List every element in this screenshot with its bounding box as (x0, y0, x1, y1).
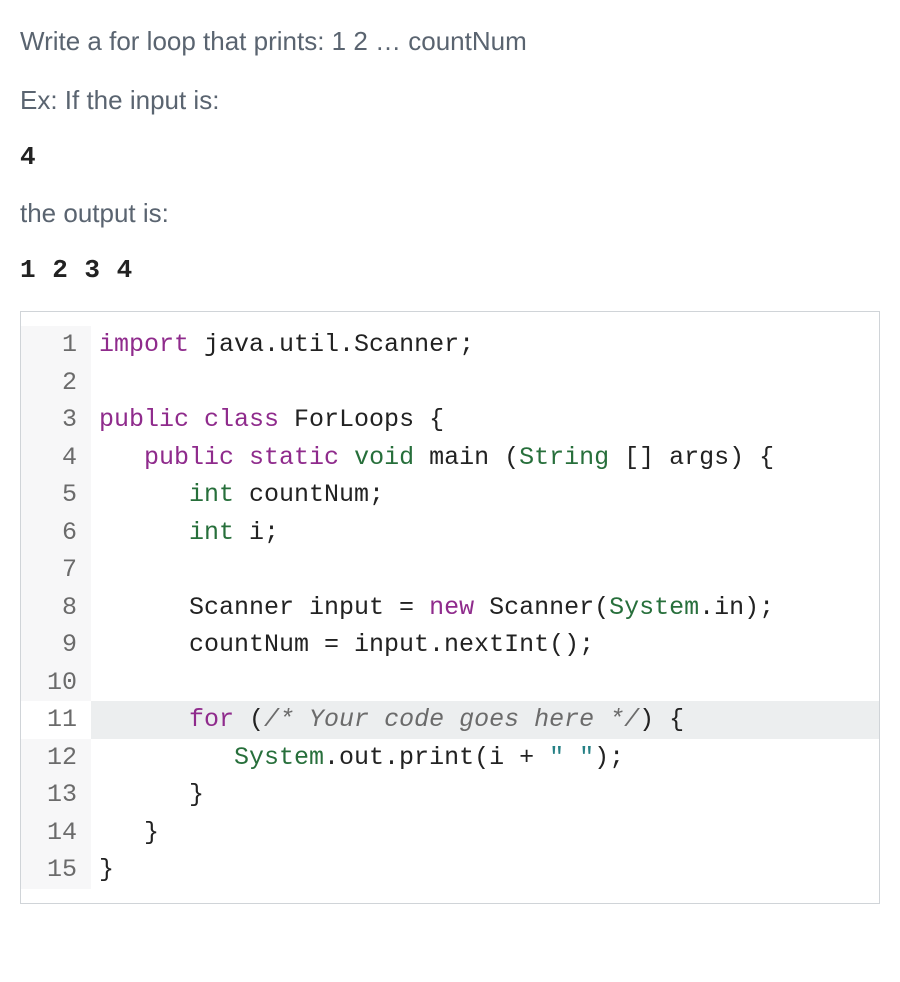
exercise-page: Write a for loop that prints: 1 2 … coun… (0, 0, 900, 982)
code-line[interactable]: 1import java.util.Scanner; (21, 326, 879, 364)
code-content[interactable]: } (91, 814, 159, 852)
line-number: 11 (21, 701, 91, 739)
code-content[interactable]: for (/* Your code goes here */) { (91, 701, 684, 739)
prompt-question: Write a for loop that prints: 1 2 … coun… (20, 24, 880, 59)
line-number: 1 (21, 326, 91, 364)
code-content[interactable]: public static void main (String [] args)… (91, 439, 774, 477)
code-content[interactable]: Scanner input = new Scanner(System.in); (91, 589, 774, 627)
code-content[interactable]: } (91, 776, 204, 814)
example-input-label: Ex: If the input is: (20, 85, 880, 116)
code-line[interactable]: 11 for (/* Your code goes here */) { (21, 701, 879, 739)
code-line[interactable]: 8 Scanner input = new Scanner(System.in)… (21, 589, 879, 627)
code-line[interactable]: 2 (21, 364, 879, 402)
code-line[interactable]: 4 public static void main (String [] arg… (21, 439, 879, 477)
example-output: 1 2 3 4 (20, 255, 880, 285)
line-number: 7 (21, 551, 91, 589)
line-number: 13 (21, 776, 91, 814)
code-line[interactable]: 14 } (21, 814, 879, 852)
code-editor[interactable]: 1import java.util.Scanner;23public class… (20, 311, 880, 904)
example-output-label: the output is: (20, 198, 880, 229)
code-line[interactable]: 15} (21, 851, 879, 889)
line-number: 8 (21, 589, 91, 627)
line-number: 2 (21, 364, 91, 402)
code-content[interactable]: int countNum; (91, 476, 384, 514)
code-line[interactable]: 9 countNum = input.nextInt(); (21, 626, 879, 664)
code-content[interactable]: System.out.print(i + " "); (91, 739, 624, 777)
code-line[interactable]: 3public class ForLoops { (21, 401, 879, 439)
line-number: 12 (21, 739, 91, 777)
code-content[interactable]: } (91, 851, 114, 889)
code-content[interactable]: countNum = input.nextInt(); (91, 626, 594, 664)
code-line[interactable]: 12 System.out.print(i + " "); (21, 739, 879, 777)
code-line[interactable]: 7 (21, 551, 879, 589)
line-number: 15 (21, 851, 91, 889)
line-number: 6 (21, 514, 91, 552)
line-number: 14 (21, 814, 91, 852)
code-content[interactable]: int i; (91, 514, 279, 552)
code-content[interactable]: import java.util.Scanner; (91, 326, 474, 364)
example-input: 4 (20, 142, 880, 172)
line-number: 10 (21, 664, 91, 702)
line-number: 5 (21, 476, 91, 514)
code-line[interactable]: 5 int countNum; (21, 476, 879, 514)
code-line[interactable]: 13 } (21, 776, 879, 814)
line-number: 3 (21, 401, 91, 439)
code-line[interactable]: 6 int i; (21, 514, 879, 552)
code-content[interactable]: public class ForLoops { (91, 401, 444, 439)
code-line[interactable]: 10 (21, 664, 879, 702)
line-number: 9 (21, 626, 91, 664)
line-number: 4 (21, 439, 91, 477)
